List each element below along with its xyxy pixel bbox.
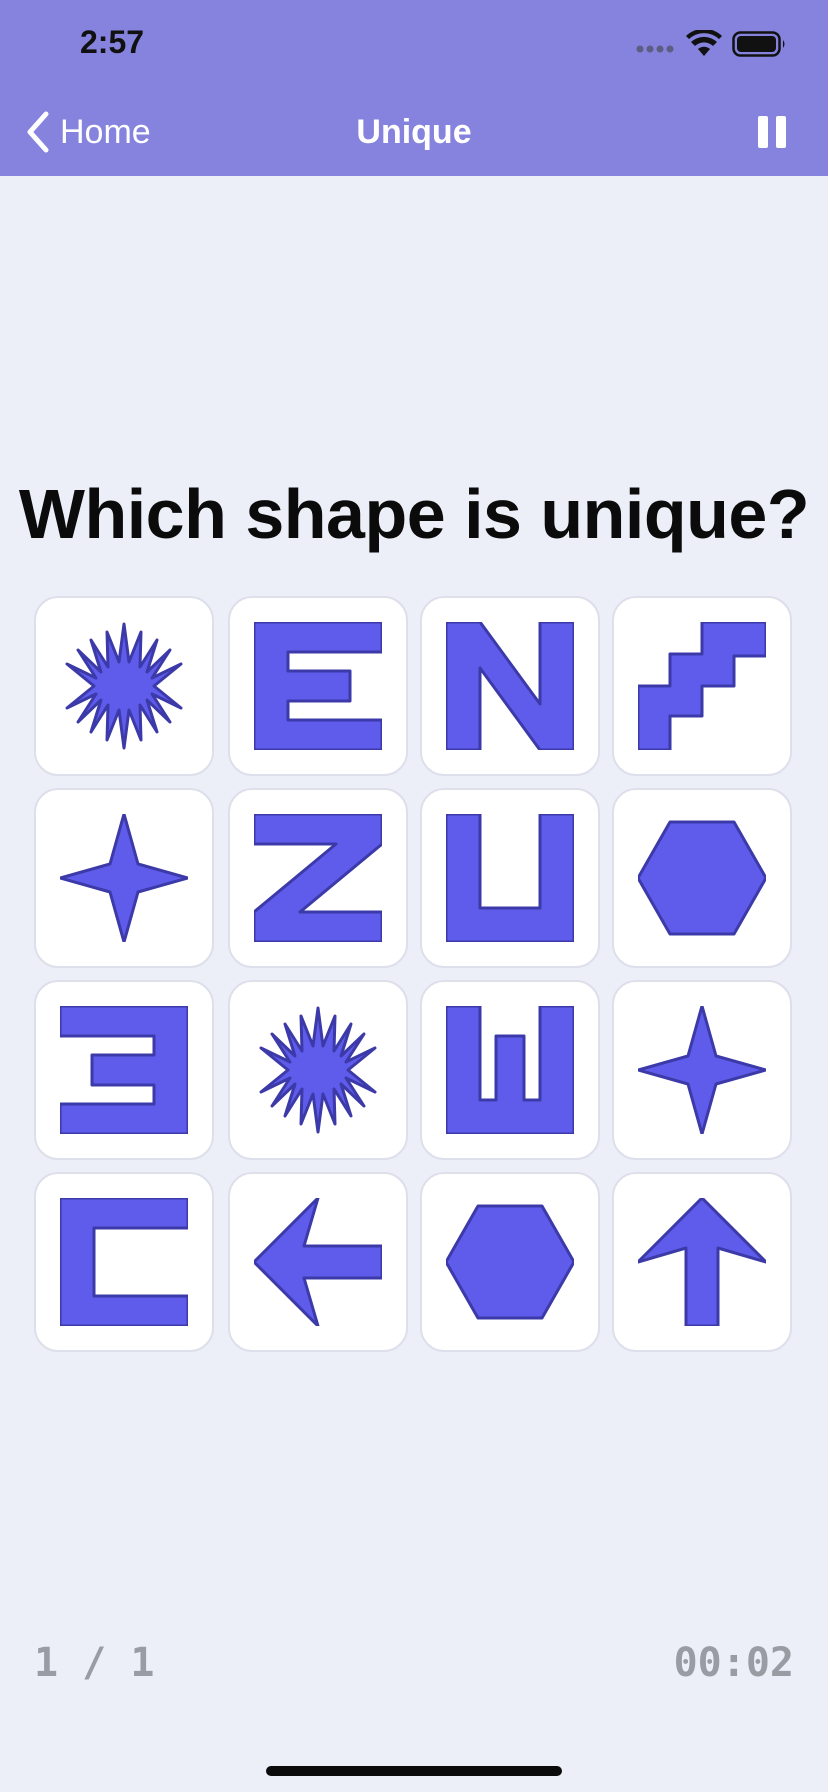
pause-button[interactable] [754, 112, 790, 152]
starburst-icon [259, 1006, 377, 1134]
four-point-star-icon [638, 1006, 766, 1134]
hexagon-icon [446, 1204, 574, 1320]
page-title: Unique [356, 113, 472, 151]
four-point-star-icon [60, 814, 188, 942]
cellular-signal-icon [636, 45, 674, 53]
elapsed-timer: 00:02 [673, 1640, 794, 1686]
tile-letter-n[interactable] [420, 596, 600, 776]
letter-z-icon [254, 814, 382, 942]
staircase-icon [638, 622, 766, 750]
arrow-up-icon [638, 1198, 766, 1326]
letter-n-icon [446, 622, 574, 750]
battery-icon [732, 31, 785, 57]
letter-c-icon [60, 1198, 188, 1326]
tile-letter-w[interactable] [420, 980, 600, 1160]
tile-four-point-star[interactable] [34, 788, 214, 968]
status-time: 2:57 [80, 24, 145, 60]
tile-starburst-2[interactable] [228, 980, 408, 1160]
tile-letter-u[interactable] [420, 788, 600, 968]
reversed-e-icon [60, 1006, 188, 1134]
tile-letter-e[interactable] [228, 596, 408, 776]
hexagon-icon [638, 820, 766, 936]
letter-w-icon [446, 1006, 574, 1134]
tile-letter-z[interactable] [228, 788, 408, 968]
tile-starburst[interactable] [34, 596, 214, 776]
starburst-icon [65, 622, 183, 750]
tile-arrow-up[interactable] [612, 1172, 792, 1352]
question-text: Which shape is unique? [18, 475, 810, 553]
letter-u-icon [446, 814, 574, 942]
tile-staircase[interactable] [612, 596, 792, 776]
tile-hexagon[interactable] [612, 788, 792, 968]
progress-counter: 1 / 1 [34, 1640, 155, 1686]
tile-hexagon-2[interactable] [420, 1172, 600, 1352]
navigation-header: 2:57 Home Unique [0, 0, 828, 176]
tile-arrow-left[interactable] [228, 1172, 408, 1352]
tile-reversed-e[interactable] [34, 980, 214, 1160]
wifi-icon [686, 30, 722, 56]
arrow-left-icon [254, 1198, 382, 1326]
home-indicator[interactable] [266, 1766, 562, 1776]
tile-letter-c[interactable] [34, 1172, 214, 1352]
tile-four-point-star-2[interactable] [612, 980, 792, 1160]
letter-e-icon [254, 622, 382, 750]
